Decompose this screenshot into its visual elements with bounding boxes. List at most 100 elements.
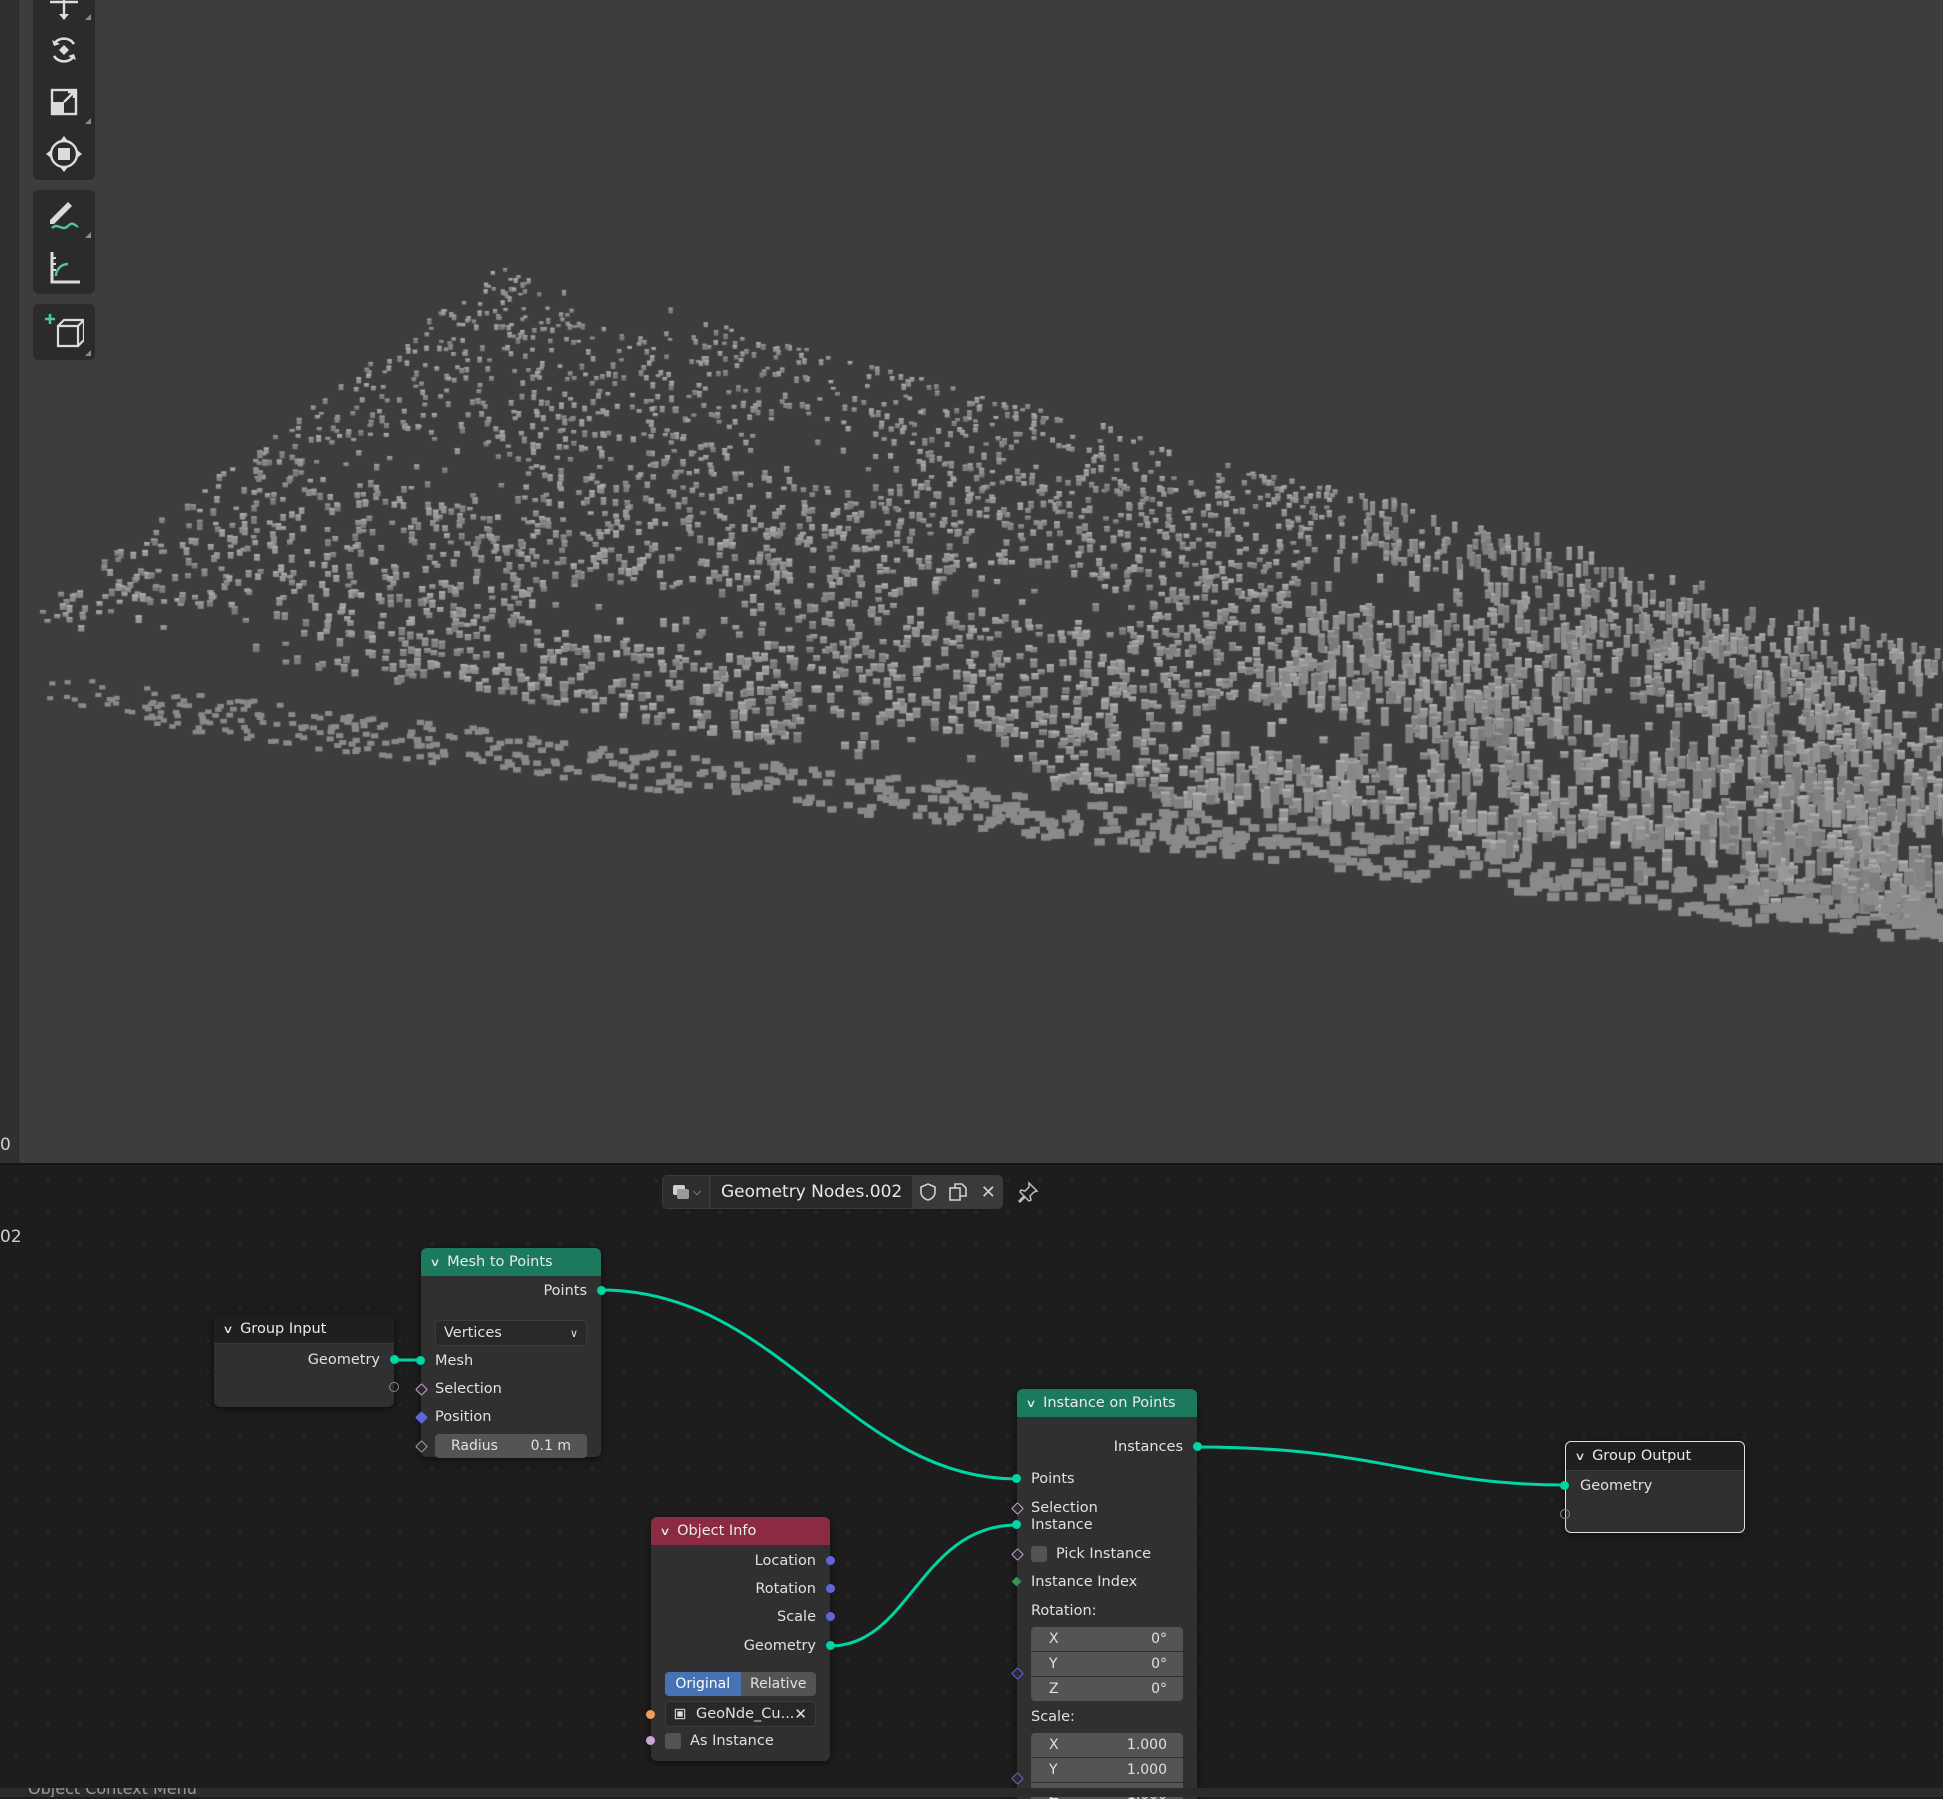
status-text: Object Context Menu [28,1788,197,1797]
group-input-node[interactable]: ∨ Group Input Geometry [214,1315,399,1407]
node-tree-header: ⌵ Geometry Nodes.002 ✕ [662,1175,1045,1209]
annotate-tool-group [33,190,95,294]
as-instance-input-socket[interactable] [646,1736,655,1745]
points-input-socket[interactable] [1012,1474,1021,1483]
dropdown-value: Vertices [444,1325,502,1341]
link-instances-to-output [1196,1445,1566,1487]
object-info-node[interactable]: ∨ Object Info Location Rotation Scale Geo… [646,1517,835,1761]
node-title: Mesh to Points [447,1254,553,1270]
annotate-tool-button[interactable] [33,190,95,242]
viewport-corner-label: 0 [0,1135,11,1155]
socket-row-location: Location [651,1549,835,1573]
radius-field[interactable]: Radius 0.1 m [435,1434,587,1458]
node-header[interactable]: ∨ Instance on Points [1017,1389,1197,1417]
geometry-output-socket[interactable] [390,1355,399,1364]
transform-tool-button[interactable] [33,128,95,180]
chevron-down-icon[interactable]: ∨ [1574,1450,1585,1463]
rotation-x-field[interactable]: X 0° [1031,1627,1183,1651]
transform-icon [46,136,82,172]
socket-row-points: Points [421,1279,606,1303]
rotation-z-field[interactable]: Z 0° [1031,1677,1183,1701]
node-header[interactable]: ∨ Object Info [651,1517,830,1545]
pin-button[interactable] [1011,1175,1045,1209]
instance-on-points-node[interactable]: ∨ Instance on Points Instances Points Sel… [1011,1389,1202,1799]
axis-label: Y [1049,1656,1058,1672]
socket-row-geometry: Geometry [651,1634,835,1658]
object-input-socket[interactable] [646,1710,655,1719]
axis-label: X [1049,1631,1059,1647]
transform-tool-group [33,0,95,180]
rotation-output-socket[interactable] [826,1584,835,1593]
axis-label: X [1049,1737,1059,1753]
3d-viewport[interactable]: 0 [0,0,1943,1163]
socket-label: As Instance [690,1733,774,1749]
copy-icon [949,1183,968,1201]
chevron-down-icon[interactable]: ∨ [659,1525,670,1538]
socket-row-instances: Instances [1017,1435,1202,1459]
socket-row-scale: Scale [651,1605,835,1629]
unlink-tree-button[interactable]: ✕ [973,1175,1004,1209]
rotate-tool-button[interactable] [33,24,95,76]
socket-label: Instances [1113,1439,1183,1455]
field-value: 0.1 m [530,1438,571,1454]
node-title: Instance on Points [1043,1395,1176,1411]
socket-row-extend [1560,1502,1744,1526]
geometry-output-socket[interactable] [826,1641,835,1650]
relative-option[interactable]: Relative [740,1672,816,1696]
mesh-input-socket[interactable] [416,1356,425,1365]
mesh-to-points-node[interactable]: ∨ Mesh to Points Points Vertices ∨ Mesh Se… [415,1248,606,1458]
socket-label: Geometry [1580,1478,1653,1494]
location-output-socket[interactable] [826,1556,835,1565]
clear-icon[interactable]: ✕ [794,1705,807,1723]
add-cube-tool-button[interactable] [33,304,95,360]
socket-label: Selection [435,1381,502,1397]
as-instance-checkbox[interactable] [665,1733,681,1749]
chevron-down-icon[interactable]: ∨ [1025,1397,1036,1410]
node-header[interactable]: ∨ Mesh to Points [421,1248,601,1276]
mode-dropdown[interactable]: Vertices ∨ [435,1320,587,1346]
node-header[interactable]: ∨ Group Output [1566,1442,1744,1471]
scale-output-socket[interactable] [826,1612,835,1621]
link-points-to-points [600,1288,1018,1481]
chevron-down-icon[interactable]: ∨ [429,1256,440,1269]
chevron-down-icon[interactable]: ∨ [222,1323,233,1336]
scale-x-field[interactable]: X 1.000 [1031,1733,1183,1757]
instance-input-socket[interactable] [1012,1520,1021,1529]
pick-instance-checkbox[interactable] [1031,1546,1047,1562]
object-icon [674,1708,686,1720]
annotate-icon [50,202,79,230]
scale-y-field[interactable]: Y 1.000 [1031,1758,1183,1782]
group-output-node[interactable]: ∨ Group Output Geometry [1560,1441,1745,1533]
points-output-socket[interactable] [597,1286,606,1295]
object-field[interactable]: GeoNde_Cu... ✕ [665,1701,816,1727]
geometry-node-editor[interactable]: ⌵ Geometry Nodes.002 ✕ 02 ∨ Group Input G… [0,1163,1943,1799]
fake-user-button[interactable] [913,1175,944,1209]
shield-icon [920,1183,937,1201]
empty-input-socket[interactable] [1560,1509,1570,1519]
instances-output-socket[interactable] [1193,1442,1202,1451]
rotation-y-field[interactable]: Y 0° [1031,1652,1183,1676]
socket-label: Rotation [755,1581,816,1597]
field-label: Radius [451,1438,498,1454]
duplicate-tree-button[interactable] [943,1175,974,1209]
node-header[interactable]: ∨ Group Input [214,1315,394,1344]
close-icon: ✕ [980,1181,996,1203]
socket-label: Position [435,1409,492,1425]
original-option[interactable]: Original [665,1672,741,1696]
socket-label: Scale [776,1609,816,1625]
empty-output-socket[interactable] [389,1382,399,1392]
tool-shelf [33,0,95,370]
socket-label: Points [543,1283,587,1299]
editor-type-button[interactable]: ⌵ [662,1175,710,1209]
point-cloud-instances [0,0,1943,1163]
scale-tool-button[interactable] [33,76,95,128]
move-tool-button[interactable] [33,0,95,24]
geometry-input-socket[interactable] [1560,1481,1569,1490]
measure-tool-button[interactable] [33,242,95,294]
node-tree-name-field[interactable]: Geometry Nodes.002 [710,1175,914,1209]
socket-label: Instance Index [1031,1574,1138,1590]
rotation-label: Rotation: [1031,1603,1097,1619]
socket-row-mesh: Mesh [416,1349,601,1373]
move-icon [50,0,78,20]
socket-row-rotation: Rotation [651,1577,835,1601]
